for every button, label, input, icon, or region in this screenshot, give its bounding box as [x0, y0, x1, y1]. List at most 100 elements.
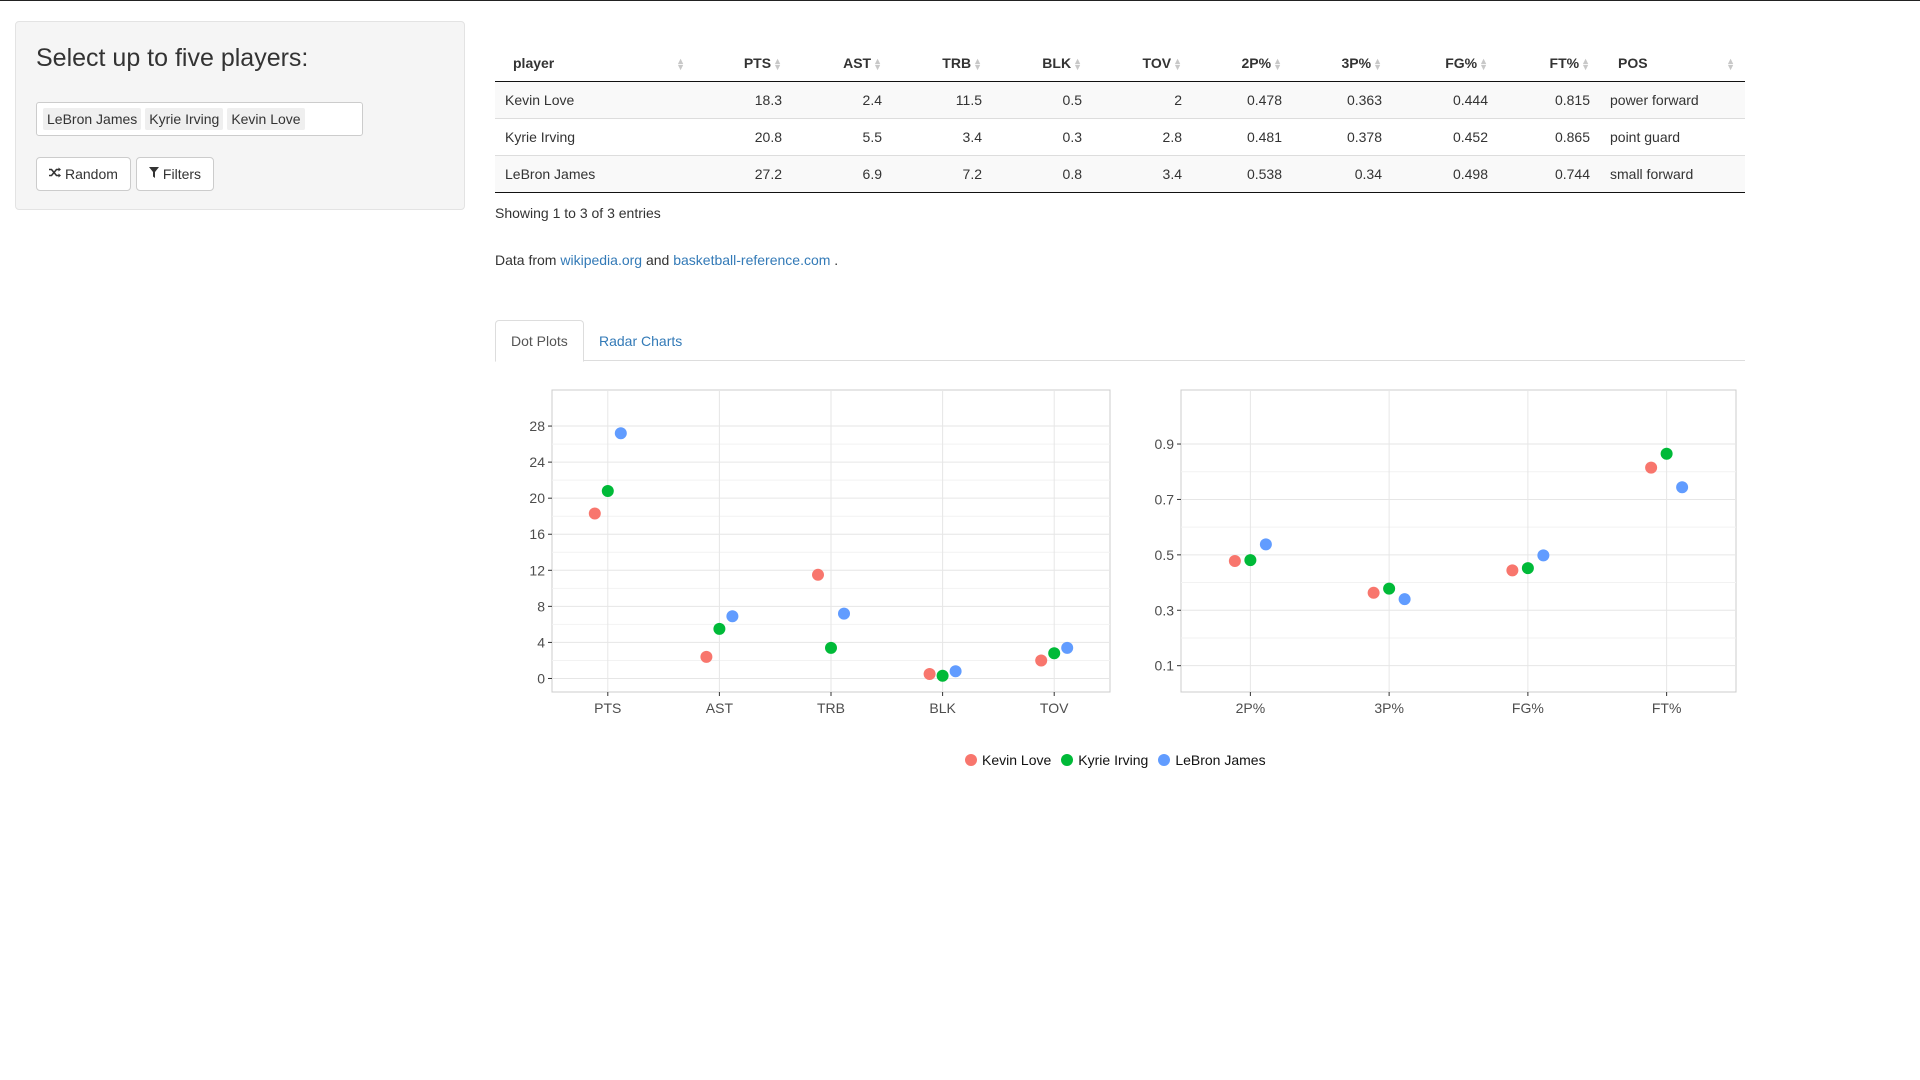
cell-ast: 6.9: [792, 154, 892, 193]
cell-trb: 11.5: [892, 80, 992, 118]
tab-radar-charts[interactable]: Radar Charts: [583, 320, 698, 362]
data-point[interactable]: [949, 665, 962, 678]
data-point[interactable]: [713, 622, 726, 635]
data-point[interactable]: [700, 650, 713, 663]
data-point[interactable]: [1244, 554, 1257, 567]
random-button[interactable]: Random: [36, 157, 131, 191]
selected-player-chip[interactable]: LeBron James: [43, 108, 142, 130]
y-tick-label: 20: [529, 490, 545, 506]
player-select-input[interactable]: LeBron James Kyrie Irving Kevin Love: [36, 102, 363, 136]
data-point[interactable]: [588, 507, 601, 520]
cell-player: LeBron James: [495, 154, 695, 193]
data-point[interactable]: [1228, 554, 1241, 567]
data-point[interactable]: [1660, 447, 1673, 460]
data-point[interactable]: [1035, 654, 1048, 667]
stats-table: player ▲ ▼ PTS ▲ ▼ AST ▲ ▼ TRB ▲ ▼ BLK ▲ ▼ TOV ▲ ▼ 2…: [495, 45, 1745, 193]
data-point[interactable]: [1367, 586, 1380, 599]
data-point[interactable]: [936, 669, 949, 682]
y-tick-label: 12: [529, 562, 545, 578]
table-header-row: player ▲ ▼ PTS ▲ ▼ AST ▲ ▼ TRB ▲ ▼ BLK ▲ ▼ TOV ▲ ▼ 2…: [495, 45, 1745, 82]
x-tick-label: 3P%: [1374, 700, 1404, 716]
column-header-tov[interactable]: TOV ▲ ▼: [1092, 45, 1192, 82]
cell-pos: small forward: [1600, 154, 1745, 193]
table-info: Showing 1 to 3 of 3 entries: [495, 205, 661, 221]
data-point[interactable]: [1676, 481, 1689, 494]
data-point[interactable]: [614, 427, 627, 440]
cell-2p: 0.481: [1192, 117, 1292, 155]
cell-trb: 3.4: [892, 117, 992, 155]
data-point[interactable]: [1259, 538, 1272, 551]
cell-pts: 20.8: [695, 117, 792, 155]
filters-button-label: Filters: [162, 166, 202, 182]
column-header-trb[interactable]: TRB ▲ ▼: [892, 45, 992, 82]
top-border: [0, 0, 1920, 1]
legend-dot: [1158, 754, 1171, 766]
y-tick-label: 0.3: [1155, 602, 1175, 618]
data-point[interactable]: [1061, 641, 1074, 654]
cell-player: Kevin Love: [495, 80, 695, 118]
data-point[interactable]: [1645, 461, 1658, 474]
cell-blk: 0.8: [992, 154, 1092, 193]
data-point[interactable]: [812, 568, 824, 581]
data-point[interactable]: [1521, 562, 1534, 575]
x-tick-label: BLK: [929, 700, 956, 716]
column-header-ast[interactable]: AST ▲ ▼: [792, 45, 892, 82]
legend-dot: [1061, 754, 1074, 766]
x-tick-label: FT%: [1652, 700, 1682, 716]
legend-label: LeBron James: [1175, 752, 1266, 768]
data-point[interactable]: [601, 484, 614, 497]
tab-dot-plots[interactable]: Dot Plots: [495, 320, 584, 362]
selected-player-chip[interactable]: Kevin Love: [227, 108, 305, 130]
y-tick-label: 0.9: [1155, 436, 1175, 452]
table-row[interactable]: Kyrie Irving 20.8 5.5 3.4 0.3 2.8 0.481 …: [495, 117, 1745, 155]
data-point[interactable]: [825, 641, 837, 654]
table-row[interactable]: LeBron James 27.2 6.9 7.2 0.8 3.4 0.538 …: [495, 154, 1745, 193]
column-header-pos[interactable]: POS ▲ ▼: [1600, 45, 1745, 82]
x-tick-label: TOV: [1040, 700, 1069, 716]
cell-tov: 3.4: [1092, 154, 1192, 193]
column-header-ft[interactable]: FT% ▲ ▼: [1498, 45, 1600, 82]
data-source-note: Data from wikipedia.org and basketball-r…: [495, 252, 838, 268]
filters-button[interactable]: Filters: [135, 157, 215, 191]
basketball-reference-link[interactable]: basketball-reference.com: [673, 252, 830, 268]
column-header-3p[interactable]: 3P% ▲ ▼: [1292, 45, 1392, 82]
column-header-blk[interactable]: BLK ▲ ▼: [992, 45, 1092, 82]
shuffle-icon: [49, 167, 61, 181]
column-header-pts[interactable]: PTS ▲ ▼: [695, 45, 792, 82]
data-point[interactable]: [1506, 564, 1519, 577]
chart-legend: Kevin Love Kyrie Irving LeBron James: [965, 752, 1266, 768]
column-header-fg[interactable]: FG% ▲ ▼: [1392, 45, 1498, 82]
cell-pts: 27.2: [695, 154, 792, 193]
data-point[interactable]: [923, 667, 936, 680]
wikipedia-link[interactable]: wikipedia.org: [560, 252, 642, 268]
column-header-2p[interactable]: 2P% ▲ ▼: [1192, 45, 1292, 82]
cell-2p: 0.478: [1192, 80, 1292, 118]
dot-plot-panel: 0.1 0.3 0.5 0.7 0.9 2P% 3P% FG% FT%: [1155, 389, 1737, 716]
data-point[interactable]: [726, 610, 739, 623]
chart-tabs: Dot Plots Radar Charts: [495, 320, 1745, 362]
cell-player: Kyrie Irving: [495, 117, 695, 155]
cell-trb: 7.2: [892, 154, 992, 193]
x-tick-label: 2P%: [1236, 700, 1266, 716]
source-prefix: Data from: [495, 252, 557, 268]
button-row: Random Filters: [36, 157, 215, 191]
data-point[interactable]: [1048, 647, 1061, 660]
filter-icon: [148, 167, 159, 181]
column-header-player[interactable]: player ▲ ▼: [495, 45, 695, 82]
cell-fg: 0.444: [1392, 80, 1498, 118]
cell-3p: 0.363: [1292, 80, 1392, 118]
table-row[interactable]: Kevin Love 18.3 2.4 11.5 0.5 2 0.478 0.3…: [495, 80, 1745, 118]
data-point[interactable]: [1537, 549, 1550, 562]
y-tick-label: 0.1: [1155, 658, 1175, 674]
data-point[interactable]: [1383, 582, 1396, 595]
legend-label: Kevin Love: [982, 752, 1052, 768]
y-tick-label: 16: [529, 526, 545, 542]
dot-plots-svg: 0 4 8 12 16 20 24 28 PTS AST TRB BLK TOV 0.1 0.3 0.5 0.7…: [529, 389, 1737, 716]
legend-item-lebron-james: LeBron James: [1158, 752, 1266, 768]
data-point[interactable]: [1398, 593, 1411, 606]
data-point[interactable]: [838, 607, 850, 620]
y-tick-label: 0.5: [1155, 547, 1175, 563]
selected-player-chip[interactable]: Kyrie Irving: [145, 108, 224, 130]
legend-dot: [965, 754, 977, 766]
legend-item-kevin-love: Kevin Love: [965, 752, 1051, 768]
